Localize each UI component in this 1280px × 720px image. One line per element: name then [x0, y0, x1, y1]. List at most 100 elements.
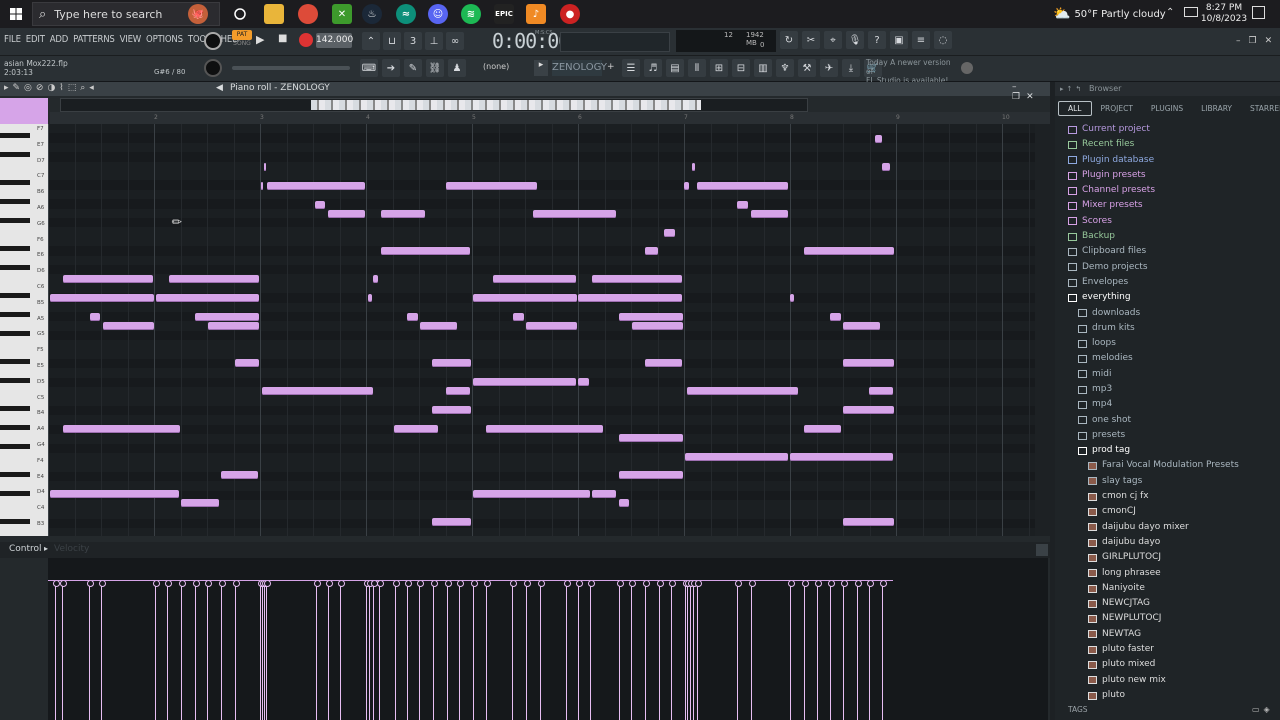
typing-keyboard-icon[interactable]: ⌨	[360, 59, 378, 77]
chain-icon[interactable]: ⛓	[426, 59, 444, 77]
midi-note[interactable]	[473, 490, 590, 498]
piano-key[interactable]	[0, 218, 30, 223]
browser-item[interactable]: midi	[1058, 367, 1280, 382]
velocity-label[interactable]: Velocity	[54, 544, 89, 554]
velocity-bar[interactable]	[683, 580, 690, 720]
browser-item[interactable]: Recent files	[1058, 137, 1280, 152]
midi-note[interactable]	[328, 210, 365, 218]
browser-item[interactable]: loops	[1058, 336, 1280, 351]
piano-key[interactable]	[0, 143, 30, 148]
browser-item[interactable]: Current project	[1058, 122, 1280, 137]
browser-item[interactable]: everything	[1058, 290, 1280, 305]
velocity-bar[interactable]	[643, 580, 650, 720]
refresh-icon[interactable]: ↻	[780, 31, 798, 49]
midi-note[interactable]	[267, 182, 365, 190]
piano-key[interactable]	[0, 209, 30, 214]
midi-note[interactable]	[578, 378, 589, 386]
menu-patterns[interactable]: PATTERNS	[73, 34, 115, 45]
velocity-lane[interactable]	[48, 558, 1048, 720]
tools-icon[interactable]: ⚒	[798, 59, 816, 77]
velocity-bar[interactable]	[431, 580, 438, 720]
master-volume-knob[interactable]	[204, 32, 222, 50]
close-icon[interactable]: ✕	[1265, 36, 1273, 46]
velocity-bar[interactable]	[205, 580, 212, 720]
weather-widget[interactable]: ⛅ 50°F Partly cloudy	[1053, 0, 1166, 28]
browser-item[interactable]: downloads	[1058, 306, 1280, 321]
browser-item[interactable]: pluto	[1058, 688, 1280, 703]
browser-item[interactable]: mp4	[1058, 397, 1280, 412]
browser-item[interactable]: NEWPLUTOCJ	[1058, 612, 1280, 627]
velocity-bar[interactable]	[815, 580, 822, 720]
velocity-bar[interactable]	[99, 580, 106, 720]
velocity-bar[interactable]	[405, 580, 412, 720]
midi-note[interactable]	[645, 359, 682, 367]
midi-note[interactable]	[195, 313, 259, 321]
keyboard-icon[interactable]	[1184, 7, 1198, 17]
velocity-bar[interactable]	[219, 580, 226, 720]
midi-note[interactable]	[619, 499, 629, 507]
midi-note[interactable]	[432, 359, 471, 367]
midi-note[interactable]	[843, 359, 894, 367]
note-grid[interactable]	[48, 124, 1035, 536]
piano-keyboard[interactable]: F7 E7 D7 C7 B6 A6 G6 F6 E6 D6 C6 B5 A5 G5 F5 E5 D5 C5 B4 A4…	[0, 124, 48, 536]
velocity-bar[interactable]	[260, 580, 267, 720]
pat-toggle[interactable]: PAT	[232, 30, 252, 40]
steam-icon[interactable]: ♨	[362, 4, 382, 24]
midi-note[interactable]	[262, 387, 373, 395]
piano-key[interactable]	[0, 397, 30, 402]
piano-key[interactable]	[0, 171, 30, 176]
midi-note[interactable]	[473, 378, 576, 386]
browser-item[interactable]: pluto faster	[1058, 642, 1280, 657]
midi-note[interactable]	[804, 425, 841, 433]
play-icon[interactable]: ▶	[256, 33, 264, 46]
midi-note[interactable]	[882, 163, 890, 171]
piano-key[interactable]	[0, 293, 30, 299]
channel-rack-icon[interactable]: ▤	[666, 59, 684, 77]
midi-note[interactable]	[381, 210, 425, 218]
midi-note[interactable]	[315, 201, 325, 209]
piano-key[interactable]	[0, 256, 30, 261]
velocity-bar[interactable]	[417, 580, 424, 720]
control-arrow-icon[interactable]: ▸	[44, 544, 48, 553]
velocity-bar[interactable]	[258, 580, 265, 720]
midi-note[interactable]	[843, 322, 880, 330]
velocity-bar[interactable]	[802, 580, 809, 720]
midi-note[interactable]	[63, 425, 180, 433]
velocity-bar[interactable]	[233, 580, 240, 720]
plugin-icon[interactable]: ⊟	[732, 59, 750, 77]
piano-key[interactable]	[0, 330, 30, 336]
browser-item[interactable]: Naniyoite	[1058, 581, 1280, 596]
browser-item[interactable]: drum kits	[1058, 321, 1280, 336]
master-pitch-slider[interactable]	[232, 66, 350, 70]
velocity-bar[interactable]	[193, 580, 200, 720]
piano-key[interactable]	[0, 133, 30, 139]
piano-roll-tools-icon[interactable]: ▸✎◎⊘◑⌇⬚⌕◂	[4, 83, 98, 93]
browser-item[interactable]: mp3	[1058, 382, 1280, 397]
minecraft-icon[interactable]: ✕	[332, 4, 352, 24]
midi-note[interactable]	[381, 247, 470, 255]
spotify-icon[interactable]: ≋	[461, 4, 481, 24]
task-view-icon[interactable]	[230, 4, 250, 24]
piano-key[interactable]	[0, 359, 30, 364]
midi-note[interactable]	[90, 313, 100, 321]
velocity-bar[interactable]	[685, 580, 692, 720]
wait-icon[interactable]: ⊔	[383, 32, 401, 50]
globe-icon[interactable]	[961, 62, 973, 74]
tags-label[interactable]: TAGS	[1068, 705, 1088, 714]
midi-note[interactable]	[493, 275, 576, 283]
midi-note[interactable]	[751, 210, 788, 218]
octopus-icon[interactable]: 🐙	[188, 4, 208, 24]
menu-file[interactable]: FILE	[4, 34, 21, 45]
velocity-bar[interactable]	[53, 580, 60, 720]
browser-item[interactable]: Demo projects	[1058, 260, 1280, 275]
midi-note[interactable]	[592, 490, 616, 498]
velocity-bar[interactable]	[867, 580, 874, 720]
velocity-bar[interactable]	[691, 580, 698, 720]
fl-studio-icon[interactable]: ♪	[526, 4, 546, 24]
velocity-bar[interactable]	[524, 580, 531, 720]
tab-library[interactable]: LIBRARY	[1192, 102, 1241, 115]
vertical-scrollbar[interactable]	[1035, 124, 1050, 536]
browser-nav-icon[interactable]: ▸↑↰	[1060, 85, 1084, 93]
file-explorer-icon[interactable]	[264, 4, 284, 24]
velocity-bar[interactable]	[510, 580, 517, 720]
